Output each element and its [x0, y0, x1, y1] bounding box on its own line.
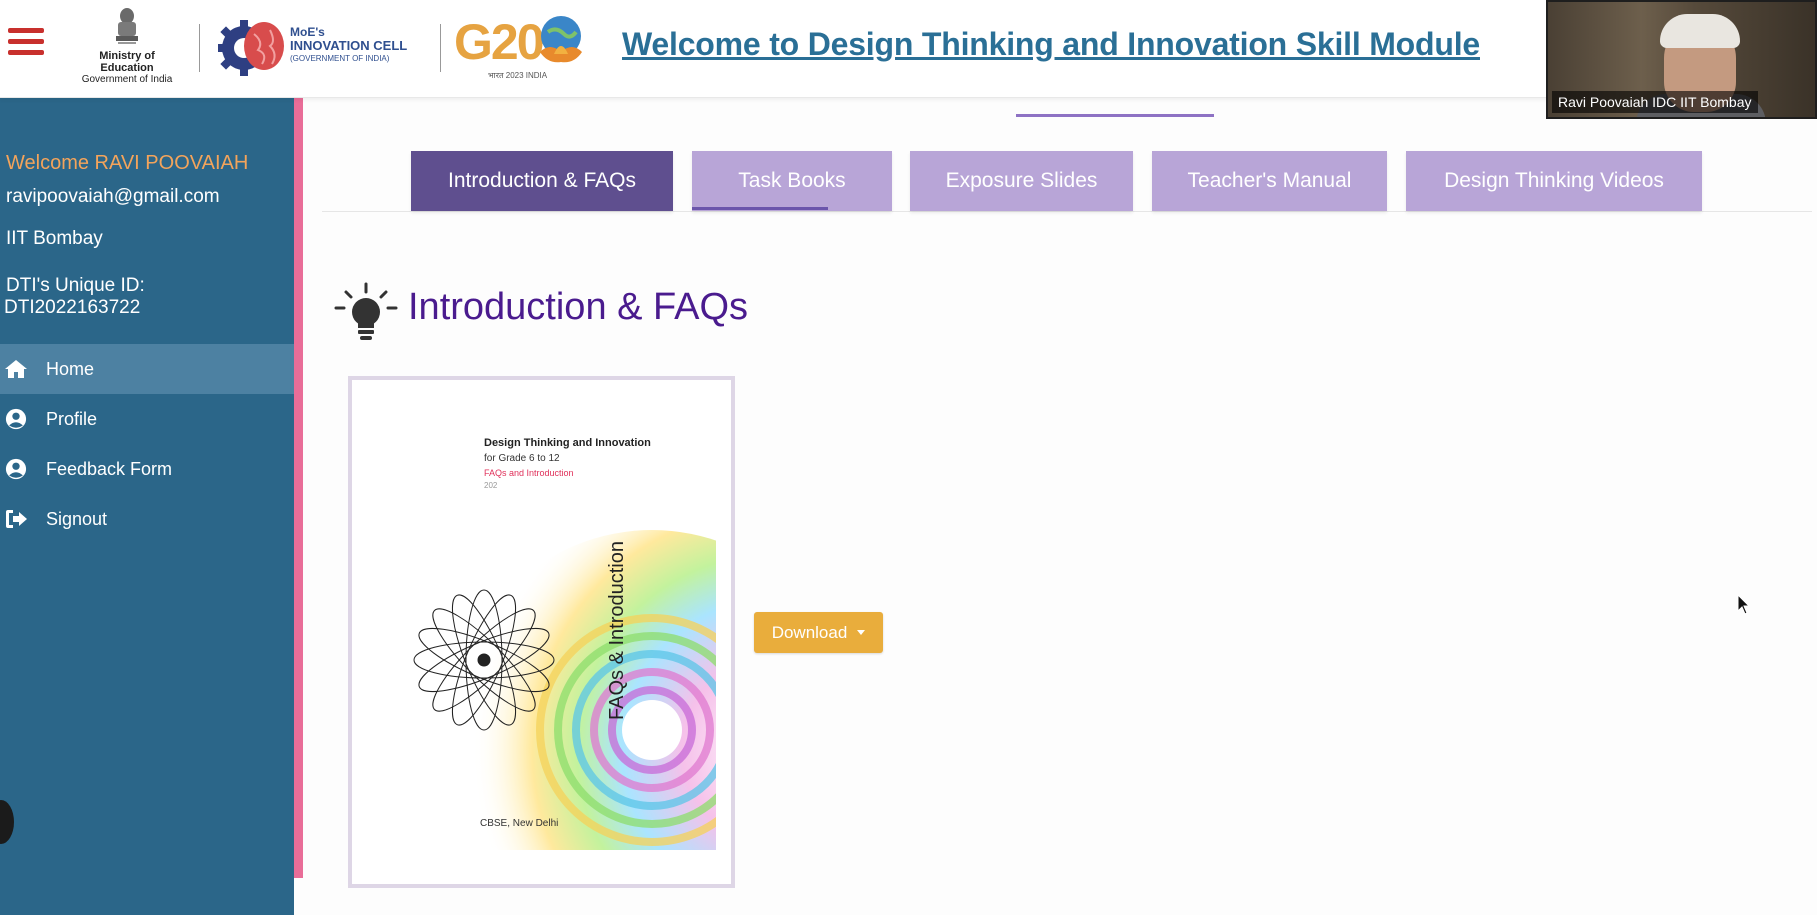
participant-name-label: Ravi Poovaiah IDC IIT Bombay [1552, 91, 1758, 113]
tab-scroll-indicator [1016, 114, 1214, 117]
hamburger-menu-icon[interactable] [8, 28, 44, 58]
tab-task-books[interactable]: Task Books [692, 151, 892, 211]
download-button-label: Download [771, 622, 848, 642]
g20-logo-subtext: भारत 2023 INDIA [488, 71, 548, 80]
moe-logo-line2: Government of India [81, 74, 173, 85]
user-email: ravipoovaiah@gmail.com [6, 186, 220, 207]
sidebar-item-label: Signout [46, 508, 108, 529]
sidebar-item-home[interactable]: Home [0, 344, 294, 394]
moe-logo-line1: Ministry of Education [99, 50, 155, 74]
book-publisher: CBSE, New Delhi [480, 818, 559, 829]
lightbulb-icon [334, 282, 398, 340]
tab-hover-underline [692, 207, 828, 210]
user-circle-icon [5, 458, 27, 480]
page-title-link[interactable]: Welcome to Design Thinking and Innovatio… [622, 26, 1480, 63]
sidebar-item-profile[interactable]: Profile [0, 394, 294, 444]
innovation-cell-logo: MoE's INNOVATION CELL (GOVERNMENT OF IND… [218, 16, 418, 80]
video-participant-tile: Ravi Poovaiah IDC IIT Bombay [1546, 0, 1817, 119]
sidebar-nav: Home Profile Feedback Form Signout [0, 344, 294, 544]
sidebar: Welcome RAVI POOVAIAH ravipoovaiah@gmail… [0, 98, 294, 915]
sidebar-item-label: Profile [46, 408, 98, 429]
welcome-text: Welcome RAVI POOVAIAH [6, 152, 249, 174]
sidebar-item-label: Home [46, 358, 95, 379]
g20-logo: G20 भारत 2023 INDIA [454, 10, 594, 86]
g20-globe-lotus-icon [540, 16, 582, 63]
home-icon [5, 360, 27, 378]
tab-introduction-faqs[interactable]: Introduction & FAQs [411, 151, 673, 211]
page: Ministry of Education Government of Indi… [0, 0, 1817, 915]
mouse-cursor-icon [1737, 594, 1751, 615]
book-cover-artwork [352, 510, 731, 850]
download-dropdown-button[interactable]: Download [754, 612, 883, 653]
sidebar-item-feedback-form[interactable]: Feedback Form [0, 444, 294, 494]
top-header: Ministry of Education Government of Indi… [0, 0, 1817, 98]
logo-divider [440, 24, 441, 72]
tab-exposure-slides[interactable]: Exposure Slides [910, 151, 1133, 211]
book-cover-thumbnail[interactable]: Design Thinking and Innovation for Grade… [348, 376, 735, 888]
book-year: 202 [484, 481, 498, 490]
section-title: Introduction & FAQs [408, 286, 749, 328]
unique-id-label: DTI's Unique ID: [6, 275, 145, 296]
sidebar-item-label: Feedback Form [46, 458, 173, 479]
ministry-of-education-logo: Ministry of Education Government of Indi… [72, 6, 182, 86]
sidebar-item-signout[interactable]: Signout [0, 494, 294, 544]
book-subtitle: FAQs and Introduction [484, 468, 574, 478]
caret-down-icon [857, 630, 866, 635]
unique-id-value: DTI2022163722 [4, 297, 141, 318]
mic-logo-line3: (GOVERNMENT OF INDIA) [290, 54, 390, 63]
logo-divider [199, 24, 200, 72]
tab-teachers-manual[interactable]: Teacher's Manual [1152, 151, 1387, 211]
sidebar-accent-bar [294, 98, 303, 878]
book-grade: for Grade 6 to 12 [484, 453, 560, 464]
tab-design-thinking-videos[interactable]: Design Thinking Videos [1406, 151, 1702, 211]
book-title: Design Thinking and Innovation [484, 437, 651, 449]
book-spine-text: FAQs & Introduction [606, 541, 628, 720]
signout-icon [6, 510, 27, 528]
video-person-hair [1660, 14, 1740, 48]
national-emblem-icon [116, 8, 138, 44]
user-circle-icon [5, 408, 27, 430]
mic-logo-line2: INNOVATION CELL [290, 38, 408, 53]
user-organization: IIT Bombay [6, 228, 103, 249]
innovation-cell-gear-brain-icon [218, 20, 284, 76]
